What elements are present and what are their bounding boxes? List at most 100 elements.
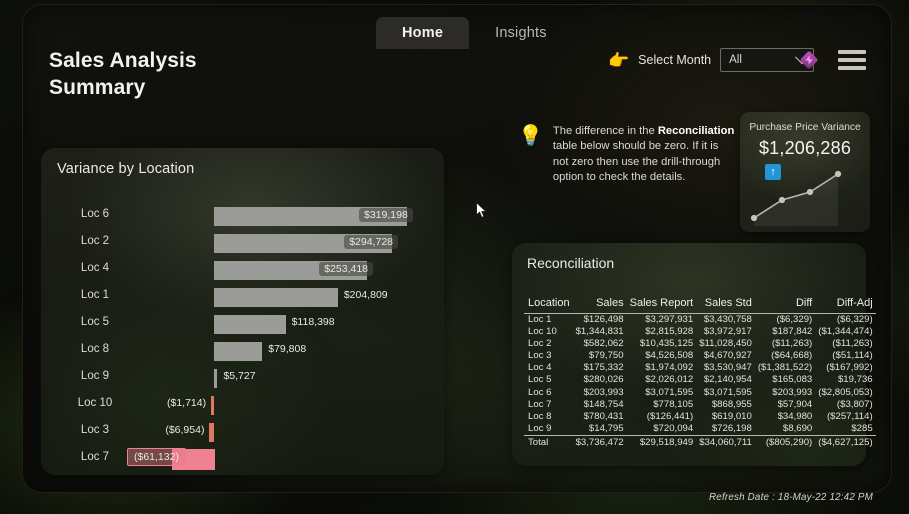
table-total-cell: $29,518,949 [626, 434, 697, 450]
table-row[interactable]: Loc 2 $582,062 $10,435,125 $11,028,450 ($11,… [524, 338, 876, 350]
table-row[interactable]: Loc 3 $79,750 $4,526,508 $4,670,927 ($64,668… [524, 350, 876, 362]
bar-category-label: Loc 1 [80, 289, 110, 301]
table-cell: $3,297,931 [645, 314, 694, 325]
bar-track: $79,808 [173, 338, 444, 365]
kpi-value: $1,206,286 [758, 138, 852, 158]
variance-bar-chart: Loc 6 $319,198 Loc 2 $294,728 Loc 4 $253,418 L… [41, 203, 444, 473]
table-cell: Loc 8 [528, 410, 552, 422]
bar-category-label: Loc 8 [80, 343, 110, 355]
bar-track: ($1,714) [167, 392, 444, 419]
page-title-line2: Summary [49, 76, 146, 99]
table-cell: Loc 7 [528, 398, 552, 410]
table-cell: $285 [851, 422, 873, 434]
table-cell: ($6,329) [776, 314, 813, 325]
bar-positive[interactable] [214, 288, 338, 307]
bar-negative[interactable] [209, 423, 214, 442]
bar-row[interactable]: Loc 1 $204,809 [41, 284, 444, 311]
bar-row[interactable]: Loc 7 ($61,132) [41, 446, 444, 473]
table-cell: $280,026 [583, 374, 624, 386]
table-cell: $2,140,954 [703, 374, 752, 386]
table-cell: $1,344,831 [575, 326, 624, 338]
table-row[interactable]: Loc 4 $175,332 $1,974,092 $3,530,947 ($1,381… [524, 362, 876, 374]
table-total-cell: ($4,627,125) [815, 434, 876, 450]
bar-value-label: ($6,954) [165, 424, 205, 436]
reconciliation-table-body: Loc 1 $126,498 $3,297,931 $3,430,758 ($6,329… [524, 314, 876, 450]
table-cell: $126,498 [583, 314, 624, 325]
table-cell: $8,690 [782, 422, 813, 434]
tip-text-part1: The difference in the [552, 125, 658, 137]
table-header-row: Location Sales Sales Report Sales Std Diff Di… [524, 297, 876, 314]
table-row[interactable]: Loc 9 $14,795 $720,094 $726,198 $8,690 $285 [524, 423, 876, 436]
bar-value-label: ($61,132) [127, 448, 186, 466]
bar-row[interactable]: Loc 5 $118,398 [41, 311, 444, 338]
table-cell: ($6,329) [836, 314, 873, 325]
bar-track: $204,809 [173, 284, 444, 311]
table-total-cell: Total [524, 434, 573, 450]
table-cell: $4,670,927 [703, 350, 752, 362]
bar-value-label: $79,808 [268, 343, 307, 355]
app-canvas: Home Insights Sales Analysis Summary 👉 S… [0, 0, 909, 514]
table-cell: $3,430,758 [703, 314, 752, 325]
table-cell: ($11,263) [832, 338, 873, 350]
table-cell: $3,530,947 [703, 362, 752, 374]
mouse-cursor [476, 202, 488, 218]
purchase-price-variance-card[interactable]: Purchase Price Variance $1,206,286 ↑ [740, 112, 870, 232]
bar-row[interactable]: Loc 6 $319,198 [41, 203, 444, 230]
bar-value-label: $319,198 [359, 208, 413, 222]
table-cell: $868,955 [711, 398, 752, 410]
bar-track: $5,727 [173, 365, 444, 392]
tab-bar: Home Insights [376, 17, 573, 49]
bar-row[interactable]: Loc 3 ($6,954) [41, 419, 444, 446]
table-column-header: Diff-Adj [815, 297, 876, 314]
table-cell: $619,010 [711, 410, 752, 422]
table-row[interactable]: Loc 6 $203,993 $3,071,595 $3,071,595 $203,99… [524, 387, 876, 399]
bar-value-label: $5,727 [223, 370, 256, 382]
month-select-value: All [729, 54, 742, 66]
hamburger-menu-icon[interactable] [838, 50, 866, 70]
tab-insights[interactable]: Insights [469, 17, 573, 49]
bar-positive[interactable] [214, 315, 286, 334]
bar-positive[interactable] [214, 342, 263, 361]
bar-row[interactable]: Loc 9 $5,727 [41, 365, 444, 392]
page-title: Sales Analysis Summary [49, 47, 309, 101]
table-cell: $3,071,595 [703, 386, 752, 398]
table-cell: ($167,992) [826, 362, 873, 374]
table-row[interactable]: Loc 10 $1,344,831 $2,815,928 $3,972,917 $187… [524, 326, 876, 338]
table-total-cell: $34,060,711 [696, 434, 755, 450]
table-cell: Loc 3 [528, 350, 552, 362]
bar-row[interactable]: Loc 2 $294,728 [41, 230, 444, 257]
table-row[interactable]: Loc 8 $780,431 ($126,441) $619,010 $34,980 ($… [524, 411, 876, 423]
bar-row[interactable]: Loc 8 $79,808 [41, 338, 444, 365]
bar-category-label: Loc 9 [80, 370, 110, 382]
table-cell: $57,904 [777, 398, 813, 410]
menu-line-3 [838, 66, 866, 70]
bar-row[interactable]: Loc 4 $253,418 [41, 257, 444, 284]
bar-track: ($61,132) [127, 446, 444, 473]
tab-home[interactable]: Home [376, 17, 470, 49]
variance-by-location-card: Variance by Location Loc 6 $319,198 Loc 2 $… [41, 148, 444, 475]
table-cell: $14,795 [588, 422, 624, 434]
bar-row[interactable]: Loc 10 ($1,714) [41, 392, 444, 419]
table-row[interactable]: Loc 1 $126,498 $3,297,931 $3,430,758 ($6,329… [524, 314, 876, 327]
refresh-date: Refresh Date : 18-May-22 12:42 PM [709, 492, 873, 503]
kpi-title: Purchase Price Variance [749, 122, 861, 133]
reconciliation-table: Location Sales Sales Report Sales Std Diff Di… [524, 297, 876, 450]
tip-text: The difference in the Reconciliation tab… [553, 124, 736, 186]
powerapps-diamond-icon[interactable] [799, 50, 819, 70]
bar-negative[interactable] [211, 396, 214, 415]
tip-text-part2: table below should be zero. If it is not… [552, 140, 721, 184]
menu-line-2 [838, 58, 866, 62]
bar-track: $118,398 [173, 311, 444, 338]
table-cell: Loc 4 [528, 362, 552, 374]
table-column-header: Diff [754, 297, 816, 314]
table-cell: Loc 10 [528, 326, 557, 338]
reconciliation-table-head: Location Sales Sales Report Sales Std Diff Di… [524, 297, 876, 314]
table-row[interactable]: Loc 7 $148,754 $778,105 $868,955 $57,904 ($3,… [524, 399, 876, 411]
table-column-header: Sales Report [626, 297, 697, 314]
bar-value-label: $294,728 [344, 235, 398, 249]
bar-track: $253,418 [173, 257, 444, 284]
variance-card-title: Variance by Location [57, 161, 195, 177]
bar-positive[interactable] [214, 369, 218, 388]
table-column-header: Location [524, 297, 573, 314]
table-row[interactable]: Loc 5 $280,026 $2,026,012 $2,140,954 $165,08… [524, 374, 876, 386]
